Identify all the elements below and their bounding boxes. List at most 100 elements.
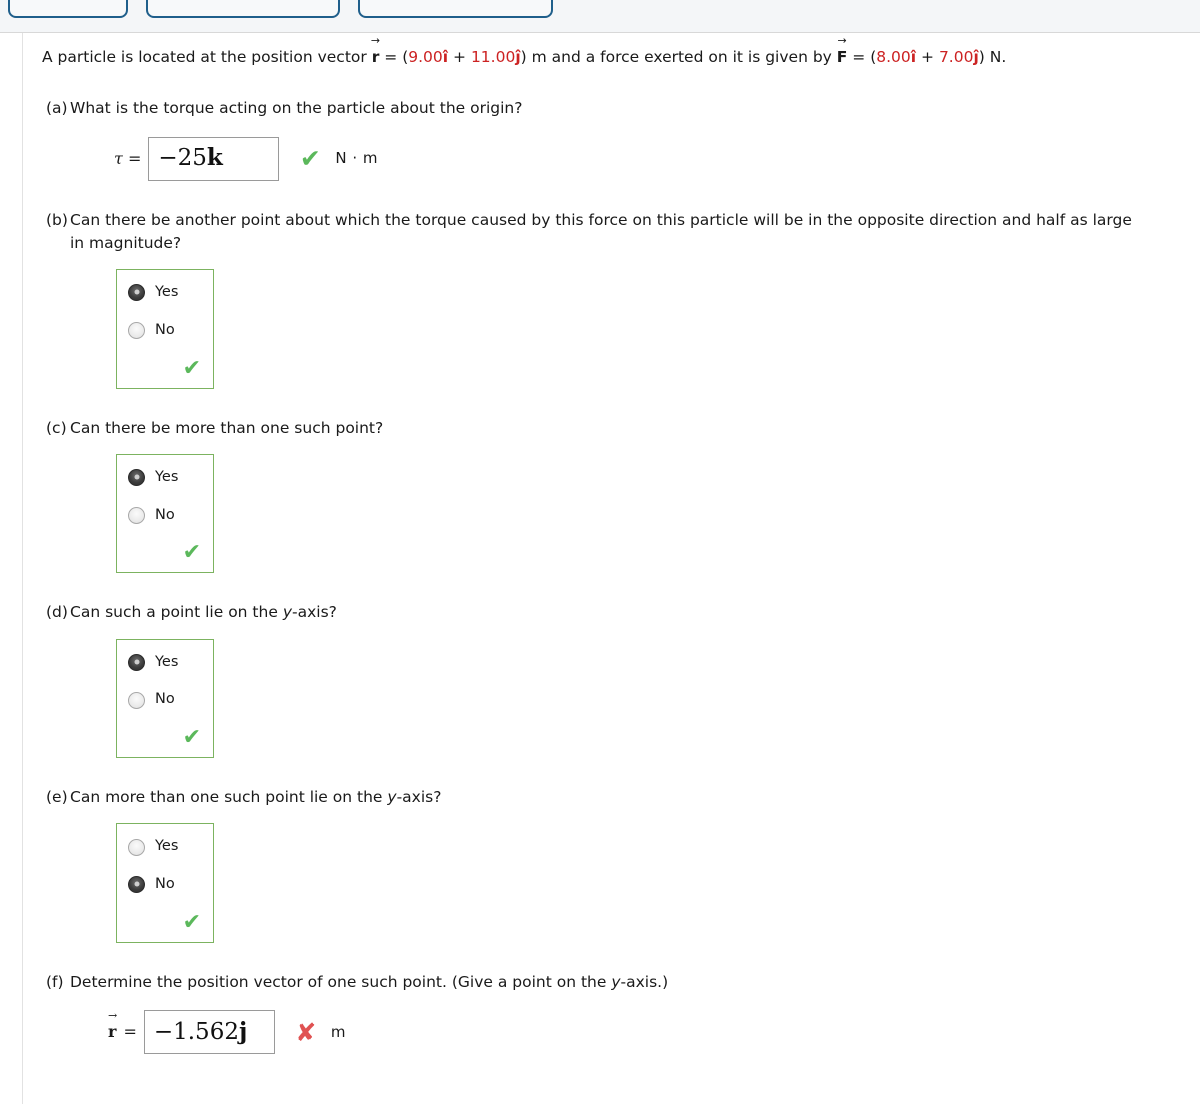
part-e-option-no-label: No: [155, 876, 175, 892]
part-a-answer-value: −25: [158, 145, 207, 172]
stem-plus-1: +: [448, 48, 471, 66]
vector-arrow-icon: →: [370, 34, 381, 47]
part-d: (d) Can such a point lie on the y-axis? …: [24, 601, 1200, 758]
problem-content: A particle is located at the position ve…: [24, 33, 1200, 1054]
part-c-option-yes[interactable]: Yes: [117, 467, 213, 489]
part-f-unit: m: [330, 1022, 346, 1041]
part-a-label: (a): [46, 99, 68, 118]
part-c-label: (c): [46, 418, 67, 437]
y-axis-symbol: y: [282, 603, 292, 622]
part-f-answer-input[interactable]: −1.562 j: [143, 1010, 275, 1054]
j-hat-icon: j: [238, 1017, 248, 1045]
part-f-question: Determine the position vector of one suc…: [70, 971, 1148, 994]
part-d-radio-group: Yes No ✔: [116, 638, 214, 758]
part-e: (e) Can more than one such point lie on …: [24, 786, 1200, 943]
part-d-question-post: -axis?: [292, 603, 337, 622]
part-c-option-yes-label: Yes: [155, 468, 179, 485]
F-y-value: 7.00: [938, 48, 974, 66]
part-e-option-no[interactable]: No: [117, 874, 213, 896]
part-b-option-no[interactable]: No: [117, 320, 213, 342]
k-hat-icon: k: [206, 144, 223, 172]
part-b-question: Can there be another point about which t…: [70, 210, 1132, 252]
part-c-option-no-label: No: [155, 506, 175, 523]
part-f-question-pre: Determine the position vector of one suc…: [70, 972, 612, 991]
part-b-option-yes-label: Yes: [155, 284, 179, 300]
part-a-unit: N · m: [335, 149, 378, 168]
part-c-correct-icon: ✔: [182, 540, 201, 566]
part-d-option-yes-label: Yes: [155, 653, 179, 670]
problem-statement: A particle is located at the position ve…: [42, 35, 1200, 69]
part-e-question: Can more than one such point lie on the …: [70, 786, 1148, 809]
part-e-option-yes-label: Yes: [155, 838, 179, 855]
part-d-question: Can such a point lie on the y-axis?: [70, 601, 1148, 624]
radio-unselected-icon[interactable]: [128, 691, 145, 709]
radio-selected-icon[interactable]: [128, 284, 145, 302]
F-x-value: 8.00: [876, 48, 911, 66]
radio-unselected-icon[interactable]: [128, 506, 145, 524]
part-b-option-yes[interactable]: Yes: [117, 282, 213, 304]
r-y-value: 11.00: [470, 48, 516, 66]
r-x-value: 9.00: [408, 48, 443, 66]
part-a-question: What is the torque acting on the particl…: [70, 99, 523, 118]
vector-arrow-icon: →: [837, 34, 847, 47]
stem-mid: ) m and a force exerted on it is given b…: [520, 48, 837, 66]
my-notes-button[interactable]: MY NOTES: [8, 0, 128, 18]
part-f-label: (f): [46, 972, 64, 991]
force-vector-symbol: → F: [836, 35, 848, 69]
y-axis-symbol: y: [611, 972, 621, 991]
radio-selected-icon[interactable]: [128, 653, 145, 671]
part-b: (b) Can there be another point about whi…: [24, 209, 1200, 389]
part-d-label: (d): [46, 603, 68, 622]
stem-lead: A particle is located at the position ve…: [42, 48, 372, 66]
practice-another-button[interactable]: PRACTICE ANOTHER: [358, 0, 553, 18]
y-axis-symbol: y: [387, 788, 397, 806]
part-e-correct-icon: ✔: [182, 909, 201, 935]
part-d-option-yes[interactable]: Yes: [117, 652, 213, 674]
part-c-option-no[interactable]: No: [117, 505, 213, 527]
part-d-option-no[interactable]: No: [117, 689, 213, 711]
part-c: (c) Can there be more than one such poin…: [24, 417, 1200, 574]
part-a-answer-input[interactable]: −25 k: [148, 136, 280, 181]
part-d-option-no-label: No: [155, 691, 175, 708]
part-b-option-no-label: No: [155, 321, 175, 338]
position-vector-label: → r: [108, 1009, 117, 1044]
radio-unselected-icon[interactable]: [128, 322, 145, 340]
radio-selected-icon[interactable]: [128, 876, 145, 894]
part-b-label: (b): [46, 210, 68, 229]
equals-sign: =: [123, 1022, 137, 1041]
part-d-question-pre: Can such a point lie on the: [70, 603, 283, 622]
part-b-radio-group: Yes No ✔: [116, 269, 214, 389]
stem-eq2: = (: [847, 48, 877, 66]
part-b-correct-icon: ✔: [182, 355, 201, 381]
part-e-option-yes[interactable]: Yes: [117, 836, 213, 858]
r-symbol: r: [371, 48, 380, 66]
part-f: (f) Determine the position vector of one…: [24, 971, 1200, 1054]
part-a: (a) What is the torque acting on the par…: [24, 97, 1200, 181]
part-a-answer-row: τ = −25 k ✔ N · m: [114, 136, 1200, 181]
part-e-radio-group: Yes No ✔: [116, 823, 214, 943]
part-f-incorrect-icon: ✘: [295, 1017, 317, 1047]
part-c-radio-group: Yes No ✔: [116, 453, 214, 574]
left-rule: [22, 33, 23, 1104]
toolbar: MY NOTES ASK YOUR TEACHER PRACTICE ANOTH…: [0, 0, 1200, 32]
r-symbol: r: [108, 1022, 117, 1041]
part-c-question: Can there be more than one such point?: [70, 418, 384, 437]
part-f-question-post: -axis.): [620, 972, 669, 991]
radio-unselected-icon[interactable]: [128, 838, 145, 856]
vector-arrow-icon: →: [108, 1009, 118, 1022]
part-a-correct-icon: ✔: [299, 144, 321, 173]
stem-eq1: = (: [379, 48, 409, 66]
part-f-answer-row: → r = −1.562 j ✘ m: [108, 1009, 1200, 1054]
radio-selected-icon[interactable]: [128, 469, 145, 487]
part-d-correct-icon: ✔: [182, 725, 201, 750]
stem-plus-2: +: [916, 48, 939, 66]
ask-your-teacher-button[interactable]: ASK YOUR TEACHER: [145, 0, 341, 18]
position-vector-symbol: → r: [371, 35, 380, 69]
stem-tail: ) N.: [978, 48, 1007, 66]
part-e-label: (e): [46, 788, 68, 806]
part-f-answer-value: −1.562: [153, 1018, 239, 1045]
tau-label: τ =: [114, 148, 142, 168]
part-e-question-pre: Can more than one such point lie on the: [70, 788, 388, 806]
F-symbol: F: [836, 48, 848, 66]
part-e-question-post: -axis?: [396, 788, 442, 806]
